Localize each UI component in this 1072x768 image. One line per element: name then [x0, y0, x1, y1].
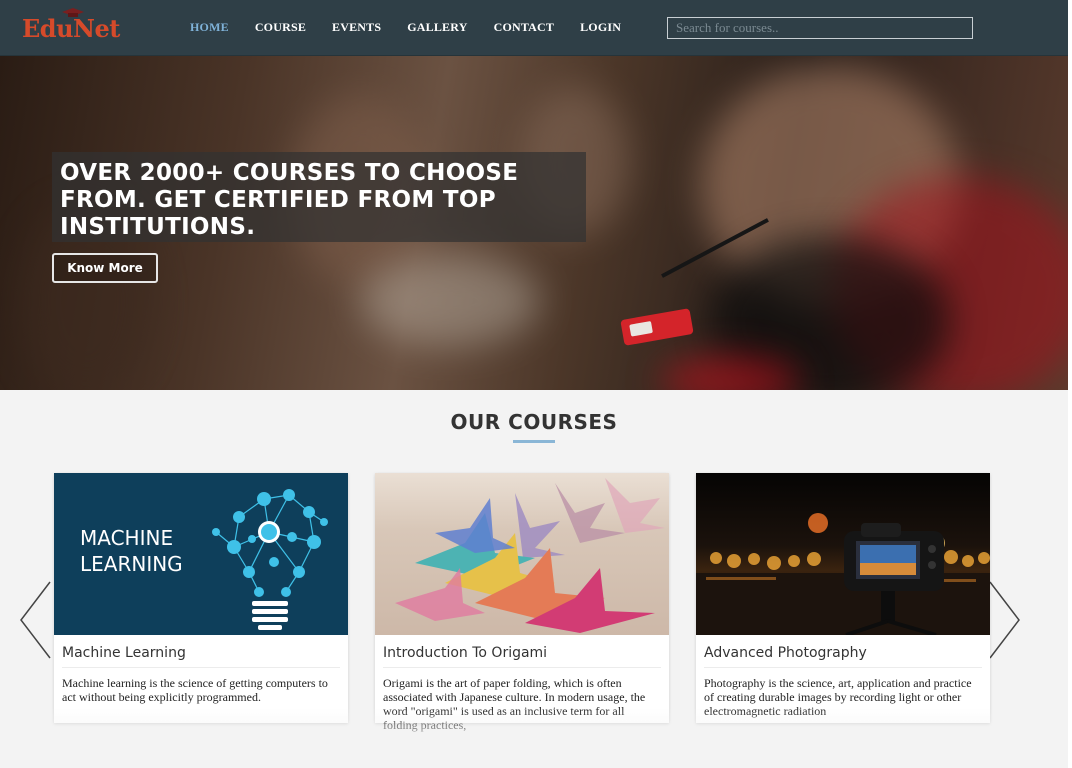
logo-text: EduNet — [22, 14, 120, 43]
camera-bokeh-image — [696, 513, 990, 635]
hero-caption: OVER 2000+ COURSES TO CHOOSE FROM. GET C… — [60, 160, 519, 240]
course-thumbnail — [375, 473, 669, 635]
thumbnail-caption-line: MACHINE — [80, 526, 174, 550]
graduation-cap-icon — [62, 8, 84, 17]
bottom-fade — [0, 708, 1068, 768]
title-underline — [513, 440, 555, 443]
course-card-photography[interactable]: Advanced Photography Photography is the … — [696, 473, 990, 723]
hero-banner: OVER 2000+ COURSES TO CHOOSE FROM. GET C… — [0, 56, 1068, 390]
hero-photo-shape — [360, 256, 540, 346]
carousel-prev-arrow-icon[interactable] — [18, 580, 52, 660]
nav-contact[interactable]: CONTACT — [494, 20, 555, 35]
lightbulb-network-icon — [212, 489, 328, 630]
course-thumbnail — [696, 473, 990, 635]
section-title: OUR COURSES — [450, 410, 618, 434]
course-description: Machine learning is the science of getti… — [62, 676, 328, 704]
nav-events[interactable]: EVENTS — [332, 20, 381, 35]
thumbnail-caption-line: LEARNING — [80, 552, 183, 576]
hero-watch — [620, 308, 694, 346]
nav-links: HOME COURSE EVENTS GALLERY CONTACT LOGIN — [190, 20, 647, 35]
logo[interactable]: EduNet — [22, 8, 120, 43]
carousel-next-arrow-icon[interactable] — [988, 580, 1022, 660]
nav-login[interactable]: LOGIN — [580, 20, 621, 35]
page-edge — [1068, 0, 1072, 768]
course-title[interactable]: Introduction To Origami — [383, 645, 661, 668]
hero-caption-box: OVER 2000+ COURSES TO CHOOSE FROM. GET C… — [52, 152, 586, 242]
navbar: EduNet HOME COURSE EVENTS GALLERY CONTAC… — [0, 0, 1068, 56]
thumbnail-caption: MACHINE LEARNING — [80, 525, 183, 577]
course-card-machine-learning[interactable]: MACHINE LEARNING Machine Learning Machin… — [54, 473, 348, 723]
course-title[interactable]: Machine Learning — [62, 645, 340, 668]
course-title[interactable]: Advanced Photography — [704, 645, 982, 668]
course-thumbnail: MACHINE LEARNING — [54, 473, 348, 635]
nav-home[interactable]: HOME — [190, 20, 229, 35]
courses-section: OUR COURSES MACHINE LEARNING Machine Lea… — [0, 390, 1068, 768]
search-input[interactable] — [667, 17, 973, 39]
know-more-button[interactable]: Know More — [52, 253, 158, 283]
course-card-origami[interactable]: Introduction To Origami Origami is the a… — [375, 473, 669, 732]
origami-cranes-image — [395, 478, 665, 633]
nav-course[interactable]: COURSE — [255, 20, 306, 35]
nav-gallery[interactable]: GALLERY — [407, 20, 467, 35]
